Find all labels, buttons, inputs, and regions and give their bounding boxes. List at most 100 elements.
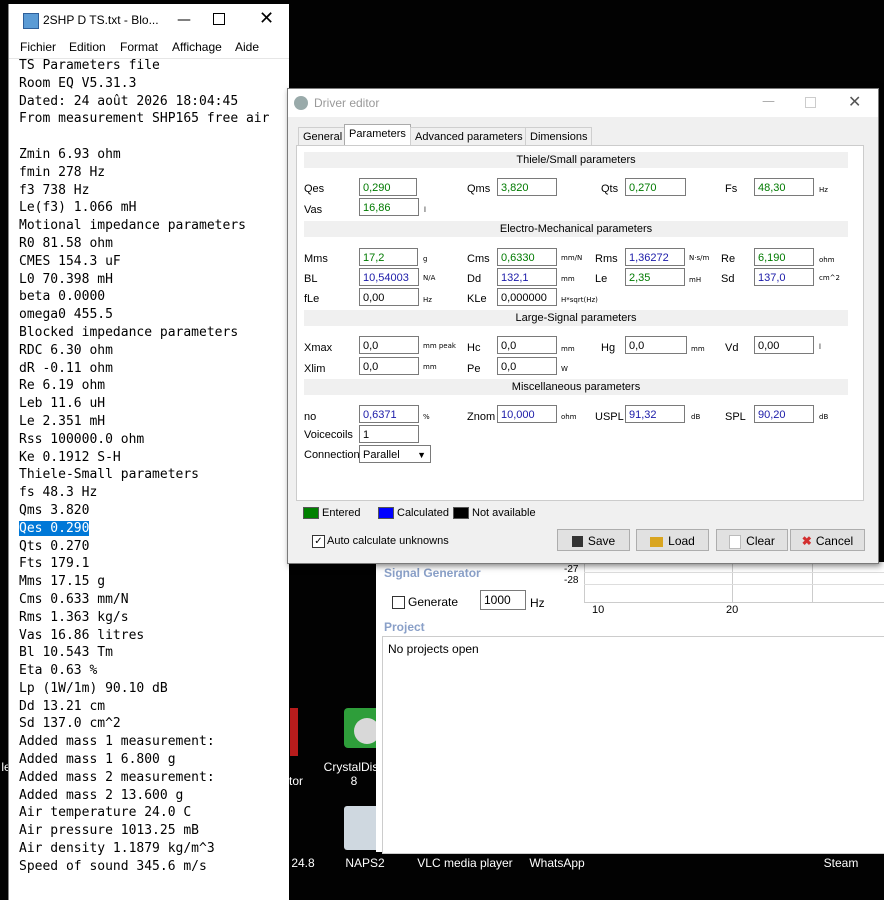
spl-input[interactable]: 90,20 — [754, 405, 814, 423]
notepad-line: Qts 0.270 — [19, 538, 90, 554]
cancel-button[interactable]: ✖ Cancel — [790, 529, 865, 551]
menu-fichier[interactable]: Fichier — [20, 40, 56, 54]
cms-input[interactable]: 0,6330 — [497, 248, 557, 266]
re-input[interactable]: 6,190 — [754, 248, 814, 266]
fs-input[interactable]: 48,30 — [754, 178, 814, 196]
qts-label: Qts — [601, 183, 619, 195]
generate-checkbox[interactable] — [392, 596, 405, 609]
driver-editor-titlebar[interactable]: Driver editor — ✕ — [288, 89, 878, 117]
kle-unit: H*sqrt(Hz) — [561, 296, 598, 304]
generator-frequency-input[interactable]: 1000 — [480, 590, 526, 610]
notepad-text-area[interactable]: TS Parameters file Room EQ V5.31.3 Dated: … — [19, 57, 289, 876]
desktop-label-whatsapp[interactable]: WhatsApp — [522, 856, 592, 870]
maximize-icon[interactable] — [213, 13, 225, 25]
qts-input[interactable]: 0,270 — [625, 178, 686, 196]
xlim-unit: mm — [423, 363, 437, 371]
notepad-line — [19, 128, 289, 146]
notepad-line: Le(f3) 1.066 mH — [19, 200, 137, 216]
desktop-label-partial-2[interactable]: tor — [286, 774, 306, 788]
generate-label[interactable]: Generate — [408, 595, 458, 609]
save-button[interactable]: Save — [557, 529, 630, 551]
no-input[interactable]: 0,6371 — [359, 405, 419, 423]
notepad-line: RDC 6.30 ohm — [19, 342, 113, 358]
notepad-line: Blocked impedance parameters — [19, 324, 239, 340]
sd-label: Sd — [721, 273, 735, 285]
close-icon[interactable]: ✕ — [848, 92, 861, 111]
notepad-line: From measurement SHP165 free air — [19, 111, 270, 127]
save-label: Save — [587, 534, 616, 548]
uspl-unit: dB — [691, 413, 701, 421]
notepad-line: Rss 100000.0 ohm — [19, 431, 145, 447]
rms-input[interactable]: 1,36272 — [625, 248, 685, 266]
hc-label: Hc — [467, 342, 481, 354]
notepad-line: Bl 10.543 Tm — [19, 645, 113, 661]
auto-calc-checkbox[interactable]: ✓ — [312, 535, 325, 548]
tab-parameters[interactable]: Parameters — [344, 124, 411, 147]
kle-input[interactable]: 0,000000 — [497, 288, 557, 306]
section-misc-header: Miscellaneous parameters — [304, 379, 848, 395]
notepad-line: Motional impedance parameters — [19, 218, 246, 234]
menu-format[interactable]: Format — [120, 40, 158, 54]
vas-input[interactable]: 16,86 — [359, 198, 419, 216]
naps2-icon[interactable] — [344, 806, 380, 850]
qes-input[interactable]: 0,290 — [359, 178, 417, 196]
menu-aide[interactable]: Aide — [235, 40, 259, 54]
tab-general[interactable]: General — [298, 127, 348, 146]
chevron-down-icon: ▼ — [417, 450, 426, 460]
close-icon[interactable]: ✕ — [259, 8, 274, 29]
tab-dimensions[interactable]: Dimensions — [525, 127, 593, 146]
cms-unit: mm/N — [561, 254, 583, 262]
hc-input[interactable]: 0,0 — [497, 336, 557, 354]
bl-input[interactable]: 10,54003 — [359, 268, 419, 286]
minimize-icon[interactable]: — — [177, 12, 191, 28]
notepad-line: Le 2.351 mH — [19, 413, 106, 429]
crystaldisk-icon[interactable] — [344, 708, 380, 748]
pe-input[interactable]: 0,0 — [497, 357, 557, 375]
maximize-icon[interactable] — [805, 97, 816, 108]
notepad-line: Dd 13.21 cm — [19, 698, 106, 714]
le-unit: mH — [689, 276, 702, 284]
spl-unit: dB — [819, 413, 829, 421]
uspl-input[interactable]: 91,32 — [625, 405, 685, 423]
znom-input[interactable]: 10,000 — [497, 405, 557, 423]
mms-input[interactable]: 17,2 — [359, 248, 418, 266]
xlim-input[interactable]: 0,0 — [359, 357, 419, 375]
vd-input[interactable]: 0,00 — [754, 336, 814, 354]
clear-button[interactable]: Clear — [716, 529, 788, 551]
no-label: no — [304, 411, 317, 423]
signal-generator-heading: Signal Generator — [384, 566, 481, 580]
notepad-line: Dated: 24 août 2026 18:04:45 — [19, 93, 239, 109]
notepad-titlebar[interactable]: 2SHP D TS.txt - Blo... — ✕ — [9, 4, 289, 36]
rew-graph-area — [584, 562, 884, 603]
menu-affichage[interactable]: Affichage — [172, 40, 222, 54]
dd-input[interactable]: 132,1 — [497, 268, 557, 286]
auto-calc-label[interactable]: Auto calculate unknowns — [327, 535, 449, 547]
connection-select[interactable]: Parallel ▼ — [359, 445, 431, 463]
load-button[interactable]: Load — [636, 529, 709, 551]
driver-editor-dialog: Driver editor — ✕ General Parameters Adv… — [287, 88, 879, 564]
desktop-label-partial-3[interactable]: 24.8 — [288, 856, 318, 870]
voicecoils-input[interactable]: 1 — [359, 425, 419, 443]
y-tick-label: -27 — [564, 564, 579, 575]
project-panel — [382, 636, 884, 854]
menu-edition[interactable]: Edition — [69, 40, 106, 54]
notepad-line: Rms 1.363 kg/s — [19, 609, 129, 625]
fle-input[interactable]: 0,00 — [359, 288, 419, 306]
qms-input[interactable]: 3,820 — [497, 178, 557, 196]
desktop-label-naps2[interactable]: NAPS2 — [340, 856, 390, 870]
rew-app-icon — [294, 96, 308, 110]
xmax-input[interactable]: 0,0 — [359, 336, 419, 354]
rew-main-window: -27 -28 10 20 Signal Generator Generate … — [376, 562, 884, 854]
frequency-unit: Hz — [530, 596, 545, 610]
app-icon[interactable] — [290, 708, 298, 756]
desktop-label-steam[interactable]: Steam — [816, 856, 866, 870]
notepad-line: f3 738 Hz — [19, 182, 90, 198]
notepad-line: CMES 154.3 uF — [19, 253, 121, 269]
hg-input[interactable]: 0,0 — [625, 336, 687, 354]
legend-entered-swatch — [303, 507, 319, 519]
le-input[interactable]: 2,35 — [625, 268, 685, 286]
desktop-label-vlc[interactable]: VLC media player — [410, 856, 520, 870]
minimize-icon[interactable]: — — [762, 94, 775, 109]
tab-advanced-parameters[interactable]: Advanced parameters — [410, 127, 528, 146]
sd-input[interactable]: 137,0 — [754, 268, 814, 286]
